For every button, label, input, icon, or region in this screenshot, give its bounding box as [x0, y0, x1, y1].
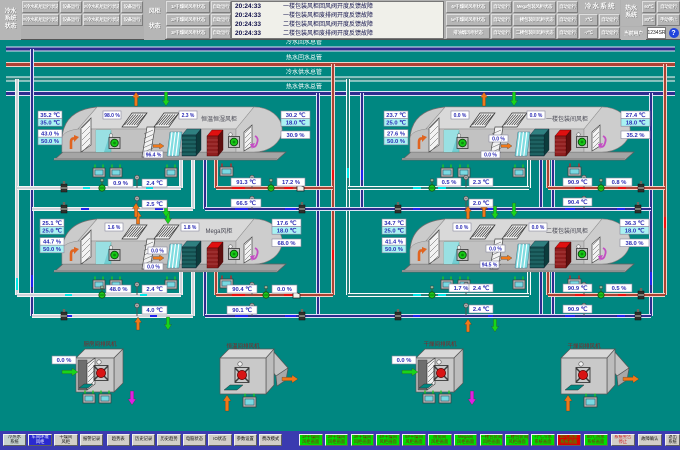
svg-text:27.4 ℃: 27.4 ℃: [626, 112, 646, 119]
svg-text:23.7 ℃: 23.7 ℃: [386, 112, 406, 119]
svg-text:17.2 %: 17.2 %: [282, 180, 300, 186]
svg-text:38.0 %: 38.0 %: [625, 241, 643, 247]
svg-text:0.9 %: 0.9 %: [113, 181, 128, 187]
svg-text:25.0 ℃: 25.0 ℃: [384, 228, 404, 235]
svg-text:90.9 ℃: 90.9 ℃: [568, 285, 588, 292]
svg-text:2.3 ℃: 2.3 ℃: [473, 179, 490, 186]
svg-text:一楼包装间风柜: 一楼包装间风柜: [546, 115, 588, 123]
svg-text:18.0 ℃: 18.0 ℃: [626, 120, 646, 127]
svg-text:25.0 ℃: 25.0 ℃: [42, 228, 62, 235]
svg-text:0.0 %: 0.0 %: [484, 153, 497, 159]
svg-text:27.6 %: 27.6 %: [387, 132, 405, 138]
svg-text:0.0 %: 0.0 %: [147, 265, 160, 271]
svg-text:4.0 ℃: 4.0 ℃: [146, 307, 163, 314]
svg-text:30.2 ℃: 30.2 ℃: [286, 112, 306, 119]
svg-text:恒温恒湿风柜: 恒温恒湿风柜: [201, 115, 237, 123]
svg-text:0.0 %: 0.0 %: [456, 225, 469, 231]
svg-text:Mega风柜: Mega风柜: [205, 227, 232, 235]
svg-text:18.0 ℃: 18.0 ℃: [277, 228, 297, 235]
svg-text:44.7 %: 44.7 %: [43, 240, 61, 246]
svg-text:50.0 %: 50.0 %: [43, 247, 61, 253]
svg-text:43.0 %: 43.0 %: [41, 132, 59, 138]
svg-text:0.0 %: 0.0 %: [277, 287, 292, 293]
svg-text:90.4 ℃: 90.4 ℃: [232, 286, 252, 293]
svg-text:90.9 ℃: 90.9 ℃: [568, 179, 588, 186]
svg-text:热水回水总管: 热水回水总管: [286, 54, 322, 62]
svg-text:50.0 %: 50.0 %: [385, 247, 403, 253]
svg-text:0.0 %: 0.0 %: [57, 358, 72, 364]
svg-text:2.3 %: 2.3 %: [182, 113, 195, 119]
svg-text:94.5 %: 94.5 %: [482, 263, 498, 269]
svg-text:1.8 %: 1.8 %: [184, 225, 197, 231]
svg-text:68.0 %: 68.0 %: [277, 241, 295, 247]
svg-text:0.0 %: 0.0 %: [489, 247, 502, 253]
svg-text:0.0 %: 0.0 %: [532, 225, 545, 231]
svg-text:41.4 %: 41.4 %: [385, 240, 403, 246]
svg-text:90.1 ℃: 90.1 ℃: [232, 307, 252, 314]
svg-text:0.5 %: 0.5 %: [442, 180, 457, 186]
svg-text:30.9 %: 30.9 %: [286, 133, 304, 139]
svg-text:91.3 ℃: 91.3 ℃: [236, 179, 256, 186]
svg-text:0.5 %: 0.5 %: [612, 286, 627, 292]
svg-text:0.0 %: 0.0 %: [151, 249, 164, 255]
svg-text:50.0 %: 50.0 %: [387, 139, 405, 145]
svg-text:1.7 %: 1.7 %: [454, 286, 469, 292]
svg-text:0.0 %: 0.0 %: [397, 358, 412, 364]
svg-text:0.8 %: 0.8 %: [612, 180, 627, 186]
svg-text:热水供水总管: 热水供水总管: [286, 83, 322, 91]
svg-text:90.9 ℃: 90.9 ℃: [568, 306, 588, 313]
svg-text:36.3 ℃: 36.3 ℃: [625, 220, 645, 227]
svg-text:18.0 ℃: 18.0 ℃: [625, 228, 645, 235]
svg-text:35.2 %: 35.2 %: [626, 133, 644, 139]
svg-text:2.4 ℃: 2.4 ℃: [473, 306, 490, 313]
svg-text:34.7 ℃: 34.7 ℃: [384, 220, 404, 227]
svg-text:0.0 %: 0.0 %: [530, 113, 543, 119]
svg-text:2.5 ℃: 2.5 ℃: [146, 201, 163, 208]
svg-text:35.0 ℃: 35.0 ℃: [40, 120, 60, 127]
svg-text:48.0 %: 48.0 %: [109, 287, 127, 293]
svg-text:2.0 ℃: 2.0 ℃: [473, 200, 490, 207]
svg-text:35.2 ℃: 35.2 ℃: [40, 112, 60, 119]
svg-text:冷水供水总管: 冷水供水总管: [286, 68, 322, 76]
svg-text:98.0 %: 98.0 %: [104, 113, 120, 119]
svg-text:2.4 ℃: 2.4 ℃: [146, 180, 163, 187]
svg-text:17.6 ℃: 17.6 ℃: [277, 220, 297, 227]
svg-text:66.5 ℃: 66.5 ℃: [236, 200, 256, 207]
svg-text:厨房间排风机: 厨房间排风机: [83, 340, 117, 348]
svg-text:0.0 %: 0.0 %: [492, 137, 505, 143]
svg-text:0.0 %: 0.0 %: [454, 113, 467, 119]
svg-text:2.4 ℃: 2.4 ℃: [473, 285, 490, 292]
svg-text:50.0 %: 50.0 %: [41, 139, 59, 145]
svg-text:二楼包装间风柜: 二楼包装间风柜: [546, 227, 588, 235]
svg-text:18.0 ℃: 18.0 ℃: [286, 120, 306, 127]
svg-text:1.6 %: 1.6 %: [108, 225, 121, 231]
svg-text:2.4 ℃: 2.4 ℃: [146, 286, 163, 293]
svg-text:96.4 %: 96.4 %: [146, 153, 162, 159]
svg-text:90.4 ℃: 90.4 ℃: [568, 199, 588, 206]
svg-text:25.0 ℃: 25.0 ℃: [386, 120, 406, 127]
svg-text:25.1 ℃: 25.1 ℃: [42, 220, 62, 227]
svg-text:干燥间排风机: 干燥间排风机: [423, 340, 457, 348]
